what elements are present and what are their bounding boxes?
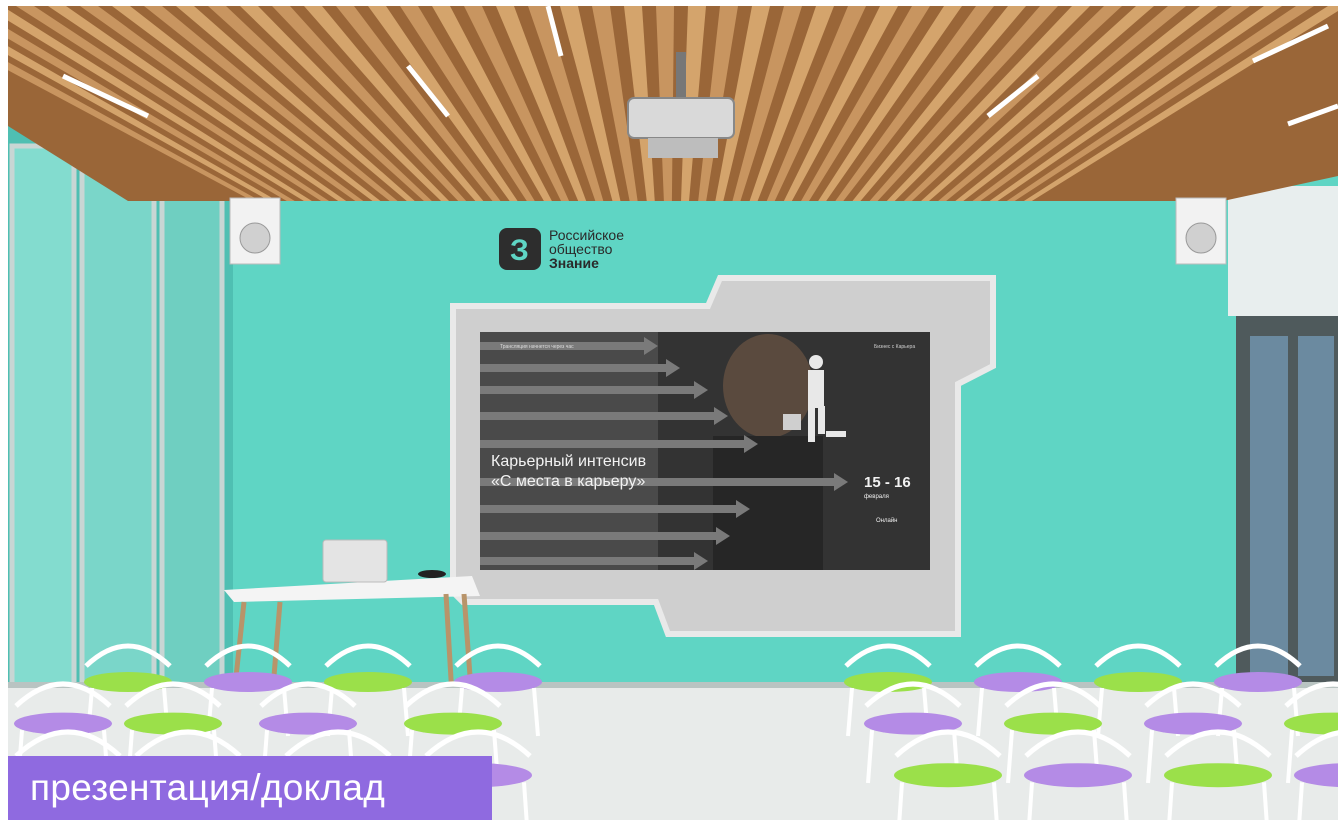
screen-format: Онлайн [876,518,898,524]
room-illustration: З [8,6,1338,820]
screen-arrow [480,505,738,513]
screen-title-line-1: Карьерный интенсив [491,453,647,470]
org-logo-text: Российское общество Знание [549,228,624,270]
logo-line-3: Знание [549,255,599,271]
chair-seat [84,672,172,692]
screen-title: Карьерный интенсив «С места в карьеру» [491,452,646,492]
chair-seat [204,672,292,692]
logo-line-1: Российское [549,227,625,243]
screen-arrow [480,532,718,540]
chair-seat [124,712,222,735]
glass-partition-left [8,126,233,689]
chair-seat [454,672,542,692]
screen-arrow [480,440,746,448]
laptop [322,539,388,583]
speaker-left [229,197,281,265]
screen-top-right-note: Бизнес с Карьера [874,344,916,350]
screen-arrow [480,386,696,394]
screen-dates: 15 - 16 [864,474,911,491]
chair-seat [324,672,412,692]
svg-text:З: З [510,234,529,267]
conference-room-render: З Российское общество Знание Трансляция … [8,6,1338,820]
chair-seat [1024,763,1132,788]
screen-title-line-2: «С места в карьеру» [491,473,646,490]
screen-arrow [480,364,668,372]
logo-line-2: общество [549,241,613,257]
screen-month: февраля [864,494,889,500]
caption-label: презентация/доклад [8,756,492,820]
chair-seat [894,763,1002,788]
chair-seat [1164,763,1272,788]
screen-arrow [480,412,716,420]
chair-seat [1214,672,1302,692]
screen-arrow [480,557,696,565]
door-right [1228,186,1338,696]
speaker-right [1175,197,1227,265]
screen-top-note: Трансляция начнется через час [500,344,574,350]
